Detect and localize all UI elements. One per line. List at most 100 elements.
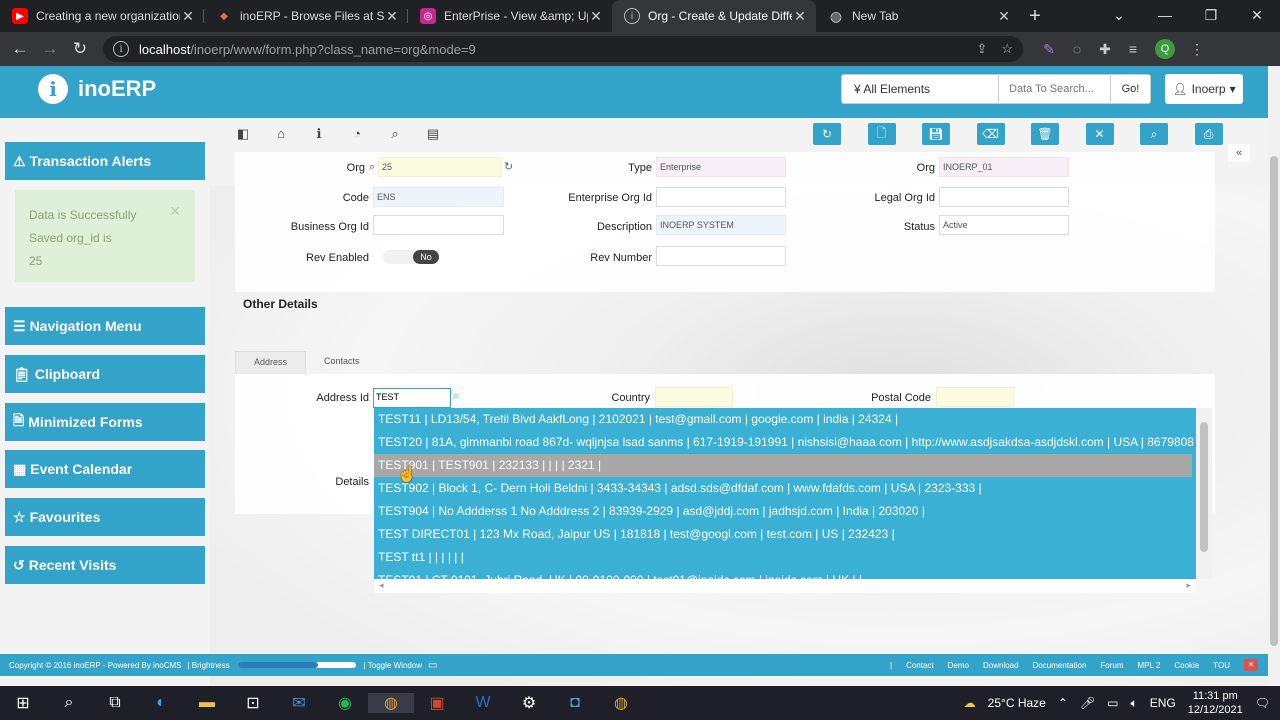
address-id-input[interactable]: TEST — [373, 388, 451, 408]
chrome-icon[interactable]: ◍ — [368, 693, 414, 713]
close-form-button[interactable]: ✕ — [1085, 123, 1114, 145]
window-icon[interactable]: ▭ — [428, 660, 437, 671]
reload-icon[interactable]: ↻ — [65, 39, 95, 59]
tab-address[interactable]: Address — [235, 351, 307, 375]
close-tab-icon[interactable]: ✕ — [588, 8, 604, 25]
enterprise-org-id-field[interactable] — [656, 187, 786, 207]
extension-pen-icon[interactable]: ✎ — [1035, 41, 1063, 58]
windows-start-icon[interactable]: ⊞ — [0, 693, 46, 713]
language-indicator[interactable]: ENG — [1150, 696, 1176, 710]
tab-search-icon[interactable]: ⌄ — [1096, 0, 1142, 32]
footer-link-contact[interactable]: Contact — [906, 661, 934, 670]
dropdown-scrollbar-thumb[interactable] — [1200, 422, 1208, 552]
code-field[interactable]: ENS — [373, 187, 504, 207]
transaction-alerts-button[interactable]: ⚠ Transaction Alerts — [5, 142, 205, 180]
url-field[interactable]: i localhost/inoerp/www/form.php?class_na… — [103, 36, 1023, 62]
footer-link-documentation[interactable]: Documentation — [1033, 661, 1087, 670]
org-search-icon[interactable]: ⌕ — [369, 161, 375, 174]
refresh-field-icon[interactable]: ↻ — [504, 160, 513, 173]
refresh-button[interactable]: ↻ — [813, 123, 841, 145]
powerpoint-icon[interactable]: ▣ — [414, 693, 460, 713]
scrollbar-thumb[interactable] — [1270, 156, 1278, 646]
browser-tab[interactable]: ◎ EnterPrise - View &amp; Upd ✕ — [408, 0, 612, 32]
edge-icon[interactable]: ◐ — [138, 694, 184, 712]
word-icon[interactable]: W — [460, 694, 506, 712]
back-icon[interactable]: ← — [5, 39, 35, 59]
list-item[interactable]: TEST904 | No Addderss 1 No Adddress 2 | … — [374, 500, 1196, 523]
browser-menu-icon[interactable]: ⋮ — [1183, 41, 1211, 58]
org-field[interactable]: 25 — [378, 157, 502, 177]
type-field[interactable]: Enterprise — [656, 157, 786, 177]
close-tab-icon[interactable]: ✕ — [180, 8, 196, 25]
network-icon[interactable]: ▭ — [1107, 696, 1118, 710]
search-scope-select[interactable]: ¥ All Elements — [841, 74, 999, 104]
footer-link-mpl[interactable]: MPL 2 — [1138, 661, 1161, 670]
list-item-highlighted[interactable]: TEST901 | TEST901 | 232133 | | | | 2321 … — [374, 454, 1192, 477]
browser-tab-active[interactable]: i Org - Create & Update Differ ✕ — [612, 0, 816, 32]
event-calendar-button[interactable]: ▦ Event Calendar — [5, 450, 205, 488]
browser-tab[interactable]: ◍ New Tab ✕ — [816, 0, 1020, 32]
delete-button[interactable]: 🗑︎ — [1031, 123, 1059, 145]
dropdown-horizontal-scrollbar[interactable]: ◂ ▸ — [374, 579, 1196, 593]
footer-link-forum[interactable]: Forum — [1100, 661, 1123, 670]
rev-enabled-toggle[interactable]: No — [383, 250, 439, 264]
recent-visits-button[interactable]: ↺ Recent Visits — [5, 546, 205, 584]
close-window-icon[interactable]: ✕ — [1234, 0, 1280, 32]
list-item[interactable]: TEST20 | 81A, gimmanbi road 867d- wqljnj… — [374, 431, 1196, 454]
toggle-window-link[interactable]: | Toggle Window — [364, 661, 422, 670]
close-tab-icon[interactable]: ✕ — [792, 8, 808, 25]
close-alert-icon[interactable]: ✕ — [169, 200, 181, 223]
dashboard-icon[interactable]: ◔ — [338, 126, 376, 142]
settings-gear-icon[interactable]: ⚙ — [506, 693, 552, 713]
scroll-right-icon[interactable]: ▸ — [1186, 580, 1191, 591]
print-button[interactable]: ⎙ — [1194, 123, 1223, 145]
footer-link-cookie[interactable]: Cookie — [1174, 661, 1199, 670]
bookmark-star-icon[interactable]: ☆ — [1001, 41, 1013, 57]
footer-link-download[interactable]: Download — [983, 661, 1019, 670]
zoom-button[interactable]: ⌕ — [1140, 123, 1168, 145]
extensions-puzzle-icon[interactable]: ✚ — [1091, 41, 1119, 58]
list-item[interactable]: TEST902 | Block 1, C- Dern Holi Beldni |… — [374, 477, 1196, 500]
forward-icon[interactable]: → — [35, 39, 65, 59]
footer-link-demo[interactable]: Demo — [948, 661, 969, 670]
clock[interactable]: 11:31 pm 12/12/2021 — [1188, 689, 1243, 717]
extension-circle-icon[interactable]: ◌ — [1063, 41, 1091, 57]
mail-icon[interactable]: ✉ — [276, 693, 322, 713]
task-view-icon[interactable]: ⧉ — [92, 694, 138, 712]
share-icon[interactable]: ⇪ — [976, 41, 987, 57]
dropdown-scrollbar[interactable] — [1196, 408, 1212, 579]
browser-tab[interactable]: ◆inoERP - Browse Files at Sour✕ — [204, 0, 408, 32]
legal-org-id-field[interactable] — [939, 187, 1069, 207]
list-icon[interactable]: ▤ — [414, 126, 452, 142]
list-item[interactable]: TEST11 | LD13/54, Tretil Blvd AakfLong |… — [374, 408, 1196, 431]
search-icon[interactable]: ⌕ — [46, 694, 92, 712]
site-info-icon[interactable]: i — [113, 41, 129, 57]
new-document-button[interactable]: 🗋 — [867, 123, 896, 145]
list-item[interactable]: TEST tt1 | | | | | | — [374, 546, 1196, 569]
list-item[interactable]: TEST01 | CT 0101, Juhri Road, UK | 00-01… — [374, 569, 1196, 579]
volume-icon[interactable]: 🔈︎ — [1130, 696, 1137, 711]
store-icon[interactable]: ⊡ — [230, 693, 276, 713]
org-name-field[interactable]: INOERP_01 — [939, 157, 1069, 177]
clipboard-button[interactable]: 📋︎ Clipboard — [5, 355, 205, 393]
tray-expand-icon[interactable]: ⌃ — [1058, 696, 1068, 710]
brightness-slider[interactable] — [237, 662, 356, 668]
user-menu-button[interactable]: 👤︎ Inoerp ▾ — [1165, 74, 1243, 104]
collapse-panel-button[interactable]: « — [1228, 144, 1250, 162]
weather-text[interactable]: 25°C Haze — [988, 696, 1046, 710]
close-tab-icon[interactable]: ✕ — [384, 8, 400, 25]
app-logo[interactable]: i inoERP — [38, 74, 156, 104]
address-search-icon[interactable]: ⌕ — [453, 391, 459, 402]
list-item[interactable]: TEST DIRECT01 | 123 Mx Road, Jaipur US |… — [374, 523, 1196, 546]
search-icon[interactable]: ⌕ — [376, 126, 414, 142]
footer-link-tou[interactable]: TOU — [1213, 661, 1230, 670]
home-icon[interactable]: ⌂ — [262, 126, 300, 142]
toggle-sidebar-icon[interactable]: ◧ — [224, 126, 262, 142]
clear-button[interactable]: ⌫ — [976, 123, 1005, 145]
favourites-button[interactable]: ☆ Favourites — [5, 498, 205, 536]
country-field[interactable] — [655, 387, 733, 407]
spotify-icon[interactable]: ◉ — [322, 693, 368, 713]
go-button[interactable]: Go! — [1111, 74, 1151, 104]
microphone-icon[interactable]: 🎤︎ — [1080, 696, 1095, 710]
new-tab-button[interactable]: + — [1020, 0, 1050, 32]
